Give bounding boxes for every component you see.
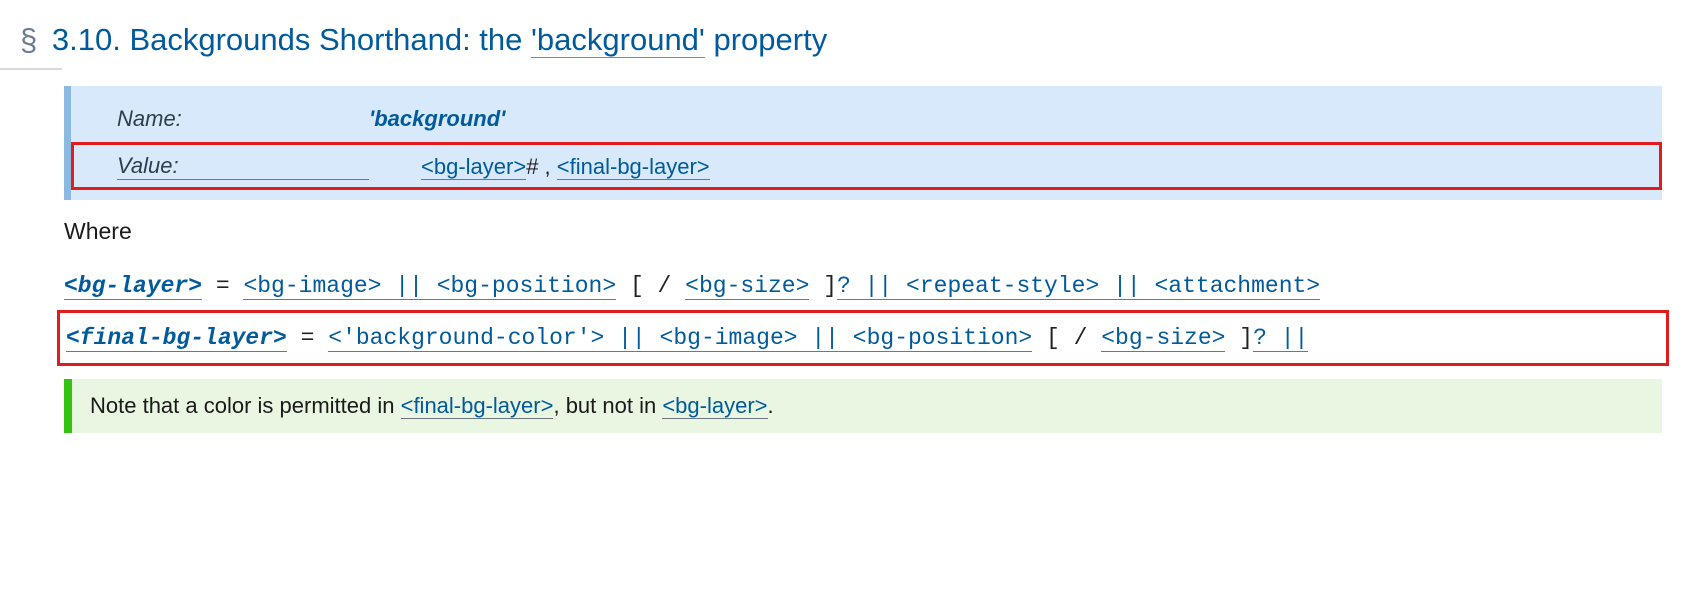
section-heading[interactable]: § 3.10. Backgrounds Shorthand: the 'back…	[20, 20, 1662, 60]
value-final-bg-layer-link[interactable]: <final-bg-layer>	[557, 154, 710, 180]
grammar-equals: =	[287, 325, 328, 351]
grammar-bracket-open: [ /	[1032, 325, 1101, 351]
propdef-name-label: Name:	[117, 106, 369, 132]
note-bg-layer-link[interactable]: <bg-layer>	[662, 393, 767, 419]
grammar-optional-mark[interactable]: ?	[1253, 325, 1267, 352]
section-title-property-link[interactable]: 'background'	[531, 22, 705, 58]
grammar-section: Where <bg-layer> = <bg-image> || <bg-pos…	[64, 218, 1662, 359]
grammar-equals: =	[202, 273, 243, 299]
section-link-mark[interactable]: §	[20, 22, 37, 57]
grammar-repeat-style-link[interactable]: <repeat-style>	[906, 273, 1099, 300]
section-number: 3.10.	[52, 22, 121, 57]
propdef-row-name: Name: 'background'	[71, 96, 1662, 142]
value-hash: #	[526, 154, 538, 179]
grammar-bracket-close: ]	[809, 273, 837, 299]
grammar-attachment-link[interactable]: <attachment>	[1154, 273, 1320, 300]
grammar-or-op[interactable]: ||	[798, 325, 853, 352]
section-title-post: property	[705, 22, 827, 57]
property-definition-table: Name: 'background' Value: <bg-layer># , …	[64, 86, 1662, 200]
grammar-bg-image-link[interactable]: <bg-image>	[660, 325, 798, 352]
note-text-post: .	[768, 393, 774, 418]
propdef-value-label[interactable]: Value:	[117, 153, 369, 180]
grammar-bracket-open: [ /	[616, 273, 685, 299]
sidebar-divider	[0, 68, 62, 70]
grammar-or-trail[interactable]: ||	[1267, 325, 1308, 352]
grammar-final-bg-layer-head[interactable]: <final-bg-layer>	[66, 325, 287, 352]
grammar-or-op[interactable]: ||	[1099, 273, 1154, 300]
grammar-background-color-link[interactable]: <'background-color'>	[328, 325, 604, 352]
grammar-bg-layer-head[interactable]: <bg-layer>	[64, 273, 202, 300]
grammar-bg-position-link[interactable]: <bg-position>	[853, 325, 1032, 352]
propdef-row-value: Value: <bg-layer># , <final-bg-layer>	[71, 142, 1662, 190]
where-label: Where	[64, 218, 1662, 245]
note-text-pre: Note that a color is permitted in	[90, 393, 401, 418]
grammar-bg-size-link[interactable]: <bg-size>	[1101, 325, 1225, 352]
grammar-optional-mark[interactable]: ?	[837, 273, 851, 300]
value-separator: ,	[538, 154, 556, 179]
grammar-or-op[interactable]: ||	[851, 273, 906, 300]
grammar-bg-size-link[interactable]: <bg-size>	[685, 273, 809, 300]
grammar-bg-position-link[interactable]: <bg-position>	[437, 273, 616, 300]
grammar-or-op[interactable]: ||	[604, 325, 659, 352]
note-text-mid: , but not in	[553, 393, 662, 418]
grammar-bg-image-link[interactable]: <bg-image>	[243, 273, 381, 300]
grammar-or-op[interactable]: ||	[381, 273, 436, 300]
value-bg-layer-link[interactable]: <bg-layer>	[421, 154, 526, 180]
grammar-bg-layer: <bg-layer> = <bg-image> || <bg-position>…	[64, 269, 1662, 303]
section-title-pre: Backgrounds Shorthand: the	[129, 22, 531, 57]
note-final-bg-layer-link[interactable]: <final-bg-layer>	[401, 393, 554, 419]
propdef-name-value[interactable]: 'background'	[369, 106, 505, 131]
grammar-final-bg-layer: <final-bg-layer> = <'background-color'> …	[64, 317, 1662, 359]
grammar-bracket-close: ]	[1225, 325, 1253, 351]
note-box: Note that a color is permitted in <final…	[64, 379, 1662, 433]
